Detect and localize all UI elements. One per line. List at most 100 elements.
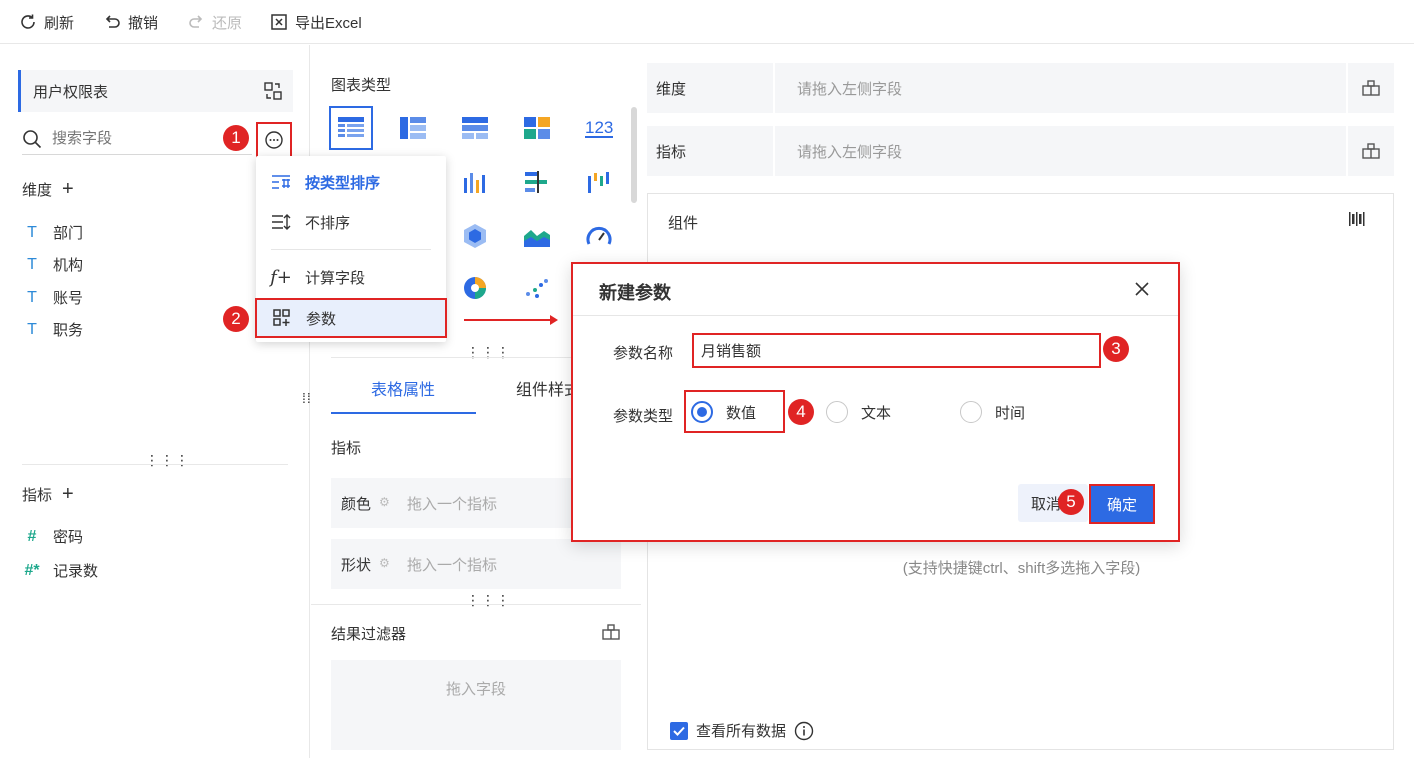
chart-list-scrollbar[interactable] (631, 107, 637, 203)
scatter-chart-icon[interactable] (515, 266, 559, 310)
color-label: 颜色 (341, 495, 372, 513)
add-dimension-button[interactable]: + (62, 178, 74, 201)
drag-hint: (支持快捷键ctrl、shift多选拖入字段) (902, 560, 1141, 577)
undo-label: 撤销 (128, 14, 159, 32)
confirm-button[interactable]: 确定 (1089, 484, 1155, 524)
radio-circle (960, 401, 982, 423)
barcode-icon[interactable] (1348, 210, 1366, 228)
switch-table-icon[interactable] (263, 81, 283, 101)
field-label: 密码 (53, 529, 84, 546)
svg-text:123: 123 (585, 118, 613, 137)
gauge-chart-icon[interactable] (577, 214, 621, 258)
dimension-drop-row[interactable]: 维度 请拖入左侧字段 (647, 63, 1394, 113)
undo-icon (105, 15, 120, 28)
measure-settings-icon[interactable] (1346, 126, 1394, 176)
dimension-field[interactable]: T 机构 (22, 254, 83, 275)
more-options-button[interactable] (256, 122, 292, 158)
tab-table-properties[interactable]: 表格属性 (371, 376, 435, 400)
dimension-field[interactable]: T 账号 (22, 287, 83, 308)
menu-item-sort-by-type[interactable]: 按类型排序 (256, 162, 446, 202)
toolbar: 刷新 撤销 还原 导出Excel (0, 0, 1414, 44)
component-title: 组件 (668, 215, 699, 232)
filter-settings-icon[interactable] (601, 623, 621, 641)
text-type-icon: T (27, 288, 37, 306)
step-badge: 2 (223, 306, 249, 332)
menu-item-no-sort[interactable]: 不排序 (256, 202, 446, 242)
shape-placeholder: 拖入一个指标 (407, 556, 498, 574)
number-card-chart-icon[interactable]: 123 (577, 106, 621, 150)
field-label: 部门 (53, 225, 84, 242)
redo-button[interactable]: 还原 (186, 11, 242, 33)
radio-circle (826, 401, 848, 423)
active-tab-indicator (331, 412, 476, 414)
filter-drop-zone[interactable]: 拖入字段 (331, 660, 621, 750)
parameter-icon (272, 308, 292, 328)
info-icon[interactable] (794, 721, 814, 741)
kpi-card-chart-icon[interactable] (515, 106, 559, 150)
dimension-row-label: 维度 (647, 63, 775, 113)
dimension-settings-icon[interactable] (1346, 63, 1394, 113)
function-icon: f+ (270, 266, 292, 288)
radio-label: 文本 (861, 404, 892, 422)
dimension-title: 维度 (22, 182, 53, 199)
filter-placeholder: 拖入字段 (445, 681, 506, 698)
divider (22, 464, 288, 465)
field-panel: 用户权限表 维度 + T部门 T机构 T账号 T职务 ⋮⋮⋮ 指标 + #密码 … (0, 45, 311, 758)
new-parameter-dialog: 新建参数 参数名称 参数类型 数值 文本 时间 取消 确定 (571, 262, 1180, 542)
map-chart-icon[interactable] (453, 214, 497, 258)
bar-chart-icon[interactable] (515, 160, 559, 204)
measure-field[interactable]: #* 记录数 (22, 560, 98, 581)
column-chart-icon[interactable] (453, 160, 497, 204)
waterfall-chart-icon[interactable] (577, 160, 621, 204)
resize-handle[interactable]: ⋮⋮⋮ (145, 453, 190, 467)
resize-handle[interactable]: ⋮⋮⋮ (466, 345, 511, 359)
pie-chart-icon[interactable] (453, 266, 497, 310)
menu-label: 按类型排序 (305, 174, 381, 192)
settings-icon[interactable]: ⚙ (379, 556, 390, 570)
measure-prop-label: 指标 (331, 440, 362, 457)
radio-time[interactable]: 时间 (960, 401, 1025, 423)
radio-text[interactable]: 文本 (826, 401, 891, 423)
step-badge: 1 (223, 125, 249, 151)
measure-field[interactable]: # 密码 (22, 526, 83, 547)
param-name-label: 参数名称 (613, 345, 674, 362)
refresh-button[interactable]: 刷新 (18, 11, 74, 33)
text-type-icon: T (27, 255, 37, 273)
more-icon (265, 131, 283, 149)
param-name-input[interactable] (692, 333, 1101, 368)
measure-drop-row[interactable]: 指标 请拖入左侧字段 (647, 126, 1394, 176)
step-badge: 4 (788, 399, 814, 425)
undo-button[interactable]: 撤销 (102, 11, 158, 33)
group-table-chart-icon[interactable] (453, 106, 497, 150)
view-all-checkbox[interactable] (670, 721, 688, 740)
detail-table-chart-icon[interactable] (329, 106, 373, 150)
radio-label: 时间 (995, 404, 1026, 422)
shape-drop-zone[interactable]: 形状 ⚙ 拖入一个指标 (331, 539, 621, 589)
menu-item-calculated-field[interactable]: f+ 计算字段 (256, 257, 446, 297)
color-placeholder: 拖入一个指标 (407, 495, 498, 513)
area-chart-icon[interactable] (515, 214, 559, 258)
divider (311, 604, 641, 605)
number-type-icon: # (27, 527, 37, 545)
add-measure-button[interactable]: + (62, 483, 74, 506)
field-label: 机构 (53, 257, 84, 274)
dimension-field[interactable]: T 部门 (22, 222, 83, 243)
settings-icon[interactable]: ⚙ (379, 495, 390, 509)
export-excel-button[interactable]: 导出Excel (269, 11, 362, 33)
calc-number-icon: #* (24, 561, 40, 579)
dimension-section-title: 维度 + (22, 178, 74, 201)
search-input[interactable] (52, 130, 212, 147)
refresh-icon (21, 14, 35, 29)
table-selector[interactable]: 用户权限表 (18, 70, 293, 112)
cross-table-chart-icon[interactable] (391, 106, 435, 150)
field-search (22, 123, 252, 155)
resize-handle[interactable]: ⋮⋮⋮ (466, 593, 511, 607)
menu-item-parameter[interactable]: 参数 (255, 298, 447, 338)
export-label: 导出Excel (295, 14, 362, 32)
arrow-icon (464, 315, 558, 325)
close-icon[interactable] (1132, 279, 1152, 299)
radio-number[interactable]: 数值 (691, 401, 756, 423)
table-name: 用户权限表 (33, 83, 109, 101)
field-label: 职务 (53, 322, 84, 339)
dimension-field[interactable]: T 职务 (22, 319, 83, 340)
